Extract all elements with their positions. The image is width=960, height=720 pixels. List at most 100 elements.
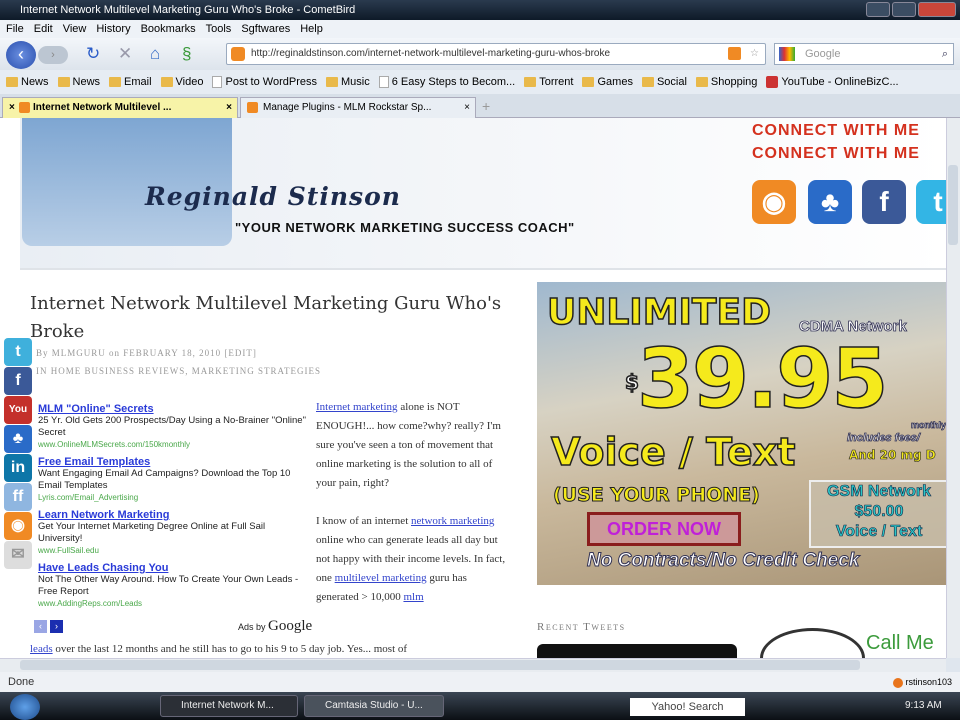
bookmark-youtube[interactable]: YouTube - OnlineBizC... bbox=[766, 76, 899, 88]
menu-edit[interactable]: Edit bbox=[34, 20, 53, 38]
stop-icon[interactable]: ✕ bbox=[118, 44, 132, 64]
close-tab-icon[interactable]: × bbox=[464, 98, 470, 118]
mlm-link[interactable]: mlm bbox=[403, 591, 423, 603]
twitter-icon[interactable]: t bbox=[916, 180, 946, 224]
ad-url[interactable]: Lyris.com/Email_Advertising bbox=[38, 492, 308, 504]
close-tab-icon[interactable]: × bbox=[9, 98, 15, 118]
bookmark-music[interactable]: Music bbox=[325, 76, 370, 88]
divider bbox=[20, 268, 946, 270]
taskbar-item-camtasia[interactable]: Camtasia Studio - U... bbox=[304, 695, 444, 717]
bookmark-video[interactable]: Video bbox=[160, 76, 203, 88]
ad-link[interactable]: Learn Network Marketing bbox=[38, 509, 308, 521]
bookmark-news[interactable]: News bbox=[6, 76, 49, 88]
status-username: rstinson103 bbox=[905, 677, 952, 687]
ad-link[interactable]: Free Email Templates bbox=[38, 456, 308, 468]
menu-softwares[interactable]: Sgftwares bbox=[241, 20, 290, 38]
reload-icon[interactable]: ↻ bbox=[86, 44, 100, 64]
menu-tools[interactable]: Tools bbox=[206, 20, 232, 38]
search-icon[interactable]: ⌕ bbox=[942, 44, 948, 64]
horizontal-scroll-thumb[interactable] bbox=[20, 660, 860, 670]
rss-icon[interactable]: ◉ bbox=[752, 180, 796, 224]
tab-bar: × Internet Network Multilevel ... × Manage… bbox=[0, 94, 960, 118]
bookmark-games[interactable]: Games bbox=[582, 76, 633, 88]
maximize-button[interactable] bbox=[892, 2, 916, 17]
menu-view[interactable]: View bbox=[63, 20, 87, 38]
ad-url[interactable]: www.OnlineMLMSecrets.com/150kmonthly bbox=[38, 439, 308, 451]
status-user[interactable]: rstinson103 bbox=[892, 672, 952, 692]
folder-icon bbox=[524, 77, 537, 87]
bookmark-shopping[interactable]: Shopping bbox=[695, 76, 757, 88]
url-bar[interactable]: http://reginaldstinson.com/internet-netw… bbox=[226, 43, 766, 65]
email-icon[interactable]: ✉ bbox=[4, 541, 32, 569]
ad-link[interactable]: MLM "Online" Secrets bbox=[38, 403, 308, 415]
bookmark-news-2[interactable]: News bbox=[57, 76, 100, 88]
rss-icon[interactable] bbox=[728, 47, 741, 60]
back-button[interactable]: ‹ bbox=[6, 41, 36, 69]
order-now-button[interactable]: ORDER NOW bbox=[587, 512, 741, 546]
call-me-label[interactable]: Call Me bbox=[866, 632, 934, 655]
menu-file[interactable]: File bbox=[6, 20, 24, 38]
close-tab-icon[interactable]: × bbox=[226, 98, 232, 118]
facebook-icon[interactable]: f bbox=[862, 180, 906, 224]
network-marketing-link[interactable]: network marketing bbox=[411, 515, 494, 527]
post-title[interactable]: Internet Network Multilevel Marketing Gu… bbox=[30, 290, 520, 346]
post-body-continued: leads over the last 12 months and he sti… bbox=[30, 643, 510, 655]
myspace-icon[interactable]: ♣ bbox=[808, 180, 852, 224]
close-button[interactable] bbox=[918, 2, 956, 17]
bookmark-label: Post to WordPress bbox=[225, 76, 317, 88]
ad-url[interactable]: www.AddingReps.com/Leads bbox=[38, 598, 308, 610]
youtube-icon[interactable]: You bbox=[4, 396, 32, 424]
site-tagline: "YOUR NETWORK MARKETING SUCCESS COACH" bbox=[235, 220, 575, 235]
ad-link[interactable]: Have Leads Chasing You bbox=[38, 562, 308, 574]
tab-internet-network[interactable]: × Internet Network Multilevel ... × bbox=[2, 97, 238, 118]
forward-button[interactable]: › bbox=[38, 46, 68, 64]
site-name[interactable]: Reginald Stinson bbox=[145, 182, 401, 211]
page-content: Reginald Stinson "YOUR NETWORK MARKETING… bbox=[0, 118, 946, 658]
prev-ad-button[interactable]: ‹ bbox=[34, 620, 47, 633]
ads-by-google[interactable]: Ads by Google bbox=[238, 618, 312, 635]
tab-manage-plugins[interactable]: Manage Plugins - MLM Rockstar Sp... × bbox=[240, 97, 476, 118]
recent-tweets-heading: Recent Tweets bbox=[537, 621, 626, 633]
friendfeed-icon[interactable]: ff bbox=[4, 483, 32, 511]
linkedin-icon[interactable]: in bbox=[4, 454, 32, 482]
new-tab-button[interactable]: + bbox=[482, 98, 490, 114]
yahoo-search-input[interactable]: Yahoo! Search bbox=[630, 698, 745, 716]
folder-icon bbox=[695, 77, 708, 87]
google-ads: MLM "Online" Secrets 25 Yr. Old Gets 200 … bbox=[38, 403, 308, 615]
rss-icon[interactable]: ◉ bbox=[4, 512, 32, 540]
internet-marketing-link[interactable]: Internet marketing bbox=[316, 401, 398, 413]
call-me-widget[interactable] bbox=[760, 628, 865, 658]
system-clock[interactable]: 9:13 AM bbox=[905, 692, 942, 720]
start-button[interactable] bbox=[10, 694, 40, 720]
vertical-scroll-thumb[interactable] bbox=[948, 165, 958, 245]
minimize-button[interactable] bbox=[866, 2, 890, 17]
facebook-icon[interactable]: f bbox=[4, 367, 32, 395]
next-ad-button[interactable]: › bbox=[50, 620, 63, 633]
post-categories[interactable]: IN HOME BUSINESS REVIEWS, MARKETING STRA… bbox=[36, 366, 321, 376]
bookmark-social[interactable]: Social bbox=[641, 76, 687, 88]
gsm-voice-text: Voice / Text bbox=[835, 523, 923, 541]
ad-pager: ‹ › bbox=[34, 620, 63, 633]
menu-history[interactable]: History bbox=[96, 20, 130, 38]
promo-banner[interactable]: UNLIMITED CDMA Network $ 39.95 monthly V… bbox=[537, 282, 946, 585]
bookmark-email[interactable]: Email bbox=[109, 76, 152, 88]
bookmark-label: Music bbox=[340, 76, 370, 88]
twitter-icon[interactable]: t bbox=[4, 338, 32, 366]
gsm-price: $50.00 bbox=[854, 503, 904, 521]
text: I know of an internet bbox=[316, 515, 411, 527]
extension-icon[interactable]: § bbox=[182, 44, 191, 64]
menu-bookmarks[interactable]: Bookmarks bbox=[141, 20, 196, 38]
multilevel-marketing-link[interactable]: multilevel marketing bbox=[335, 572, 427, 584]
home-icon[interactable]: ⌂ bbox=[150, 44, 160, 64]
taskbar-item-browser[interactable]: Internet Network M... bbox=[160, 695, 298, 717]
ad-url[interactable]: www.FullSail.edu bbox=[38, 545, 308, 557]
leads-link[interactable]: leads bbox=[30, 643, 53, 655]
paragraph: I know of an internet network marketing … bbox=[316, 512, 511, 607]
search-input[interactable]: Google ⌕ bbox=[774, 43, 954, 65]
myspace-icon[interactable]: ♣ bbox=[4, 425, 32, 453]
bookmark-6-easy-steps[interactable]: 6 Easy Steps to Becom... bbox=[378, 76, 515, 88]
bookmark-post-to-wordpress[interactable]: Post to WordPress bbox=[212, 76, 317, 88]
bookmark-star-icon[interactable]: ☆ bbox=[750, 44, 759, 64]
menu-help[interactable]: Help bbox=[300, 20, 323, 38]
bookmark-torrent[interactable]: Torrent bbox=[524, 76, 573, 88]
